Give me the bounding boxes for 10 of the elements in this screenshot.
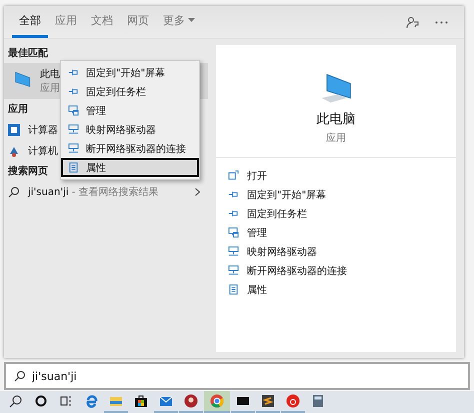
section-heading: 应用: [8, 102, 28, 116]
result-title: 计算机: [28, 144, 58, 158]
result-title: ji'suan'ji - 查看网络搜索结果: [28, 186, 159, 198]
preview-subtitle: 应用: [326, 132, 346, 145]
result-subtitle: 应用: [40, 82, 60, 95]
preview-title: 此电脑: [316, 111, 356, 128]
result-title: 计算器: [28, 124, 58, 136]
section-heading: 最佳匹配: [8, 46, 48, 60]
section-heading: 搜索网页: [8, 164, 48, 178]
result-title: 此电: [40, 68, 60, 81]
